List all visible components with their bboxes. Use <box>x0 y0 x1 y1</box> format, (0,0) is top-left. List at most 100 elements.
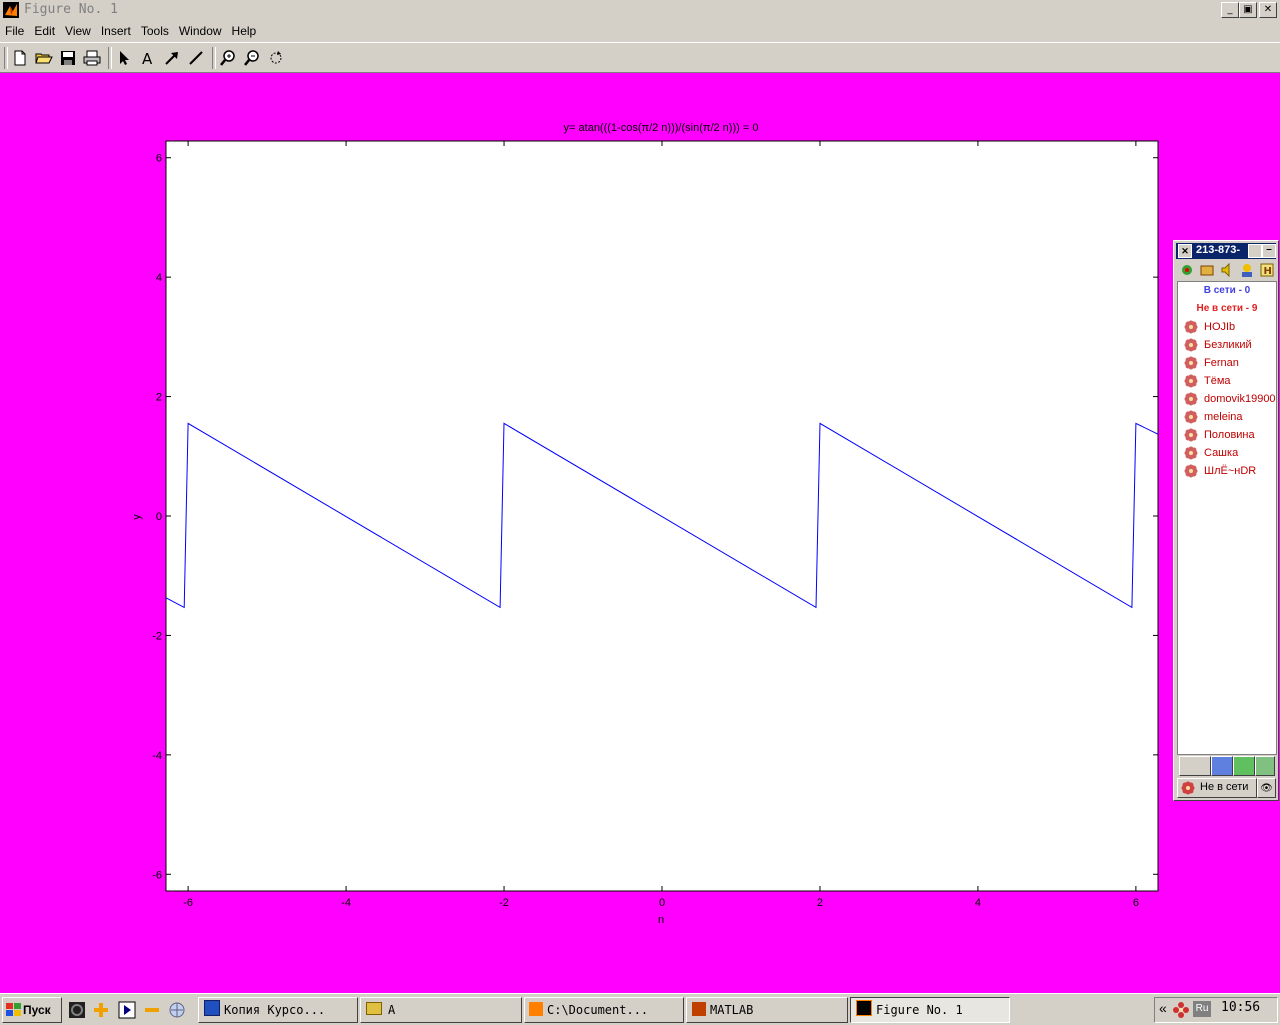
menu-edit[interactable]: Edit <box>29 21 60 38</box>
zoom-in-icon[interactable] <box>218 48 238 68</box>
contact-name: domovik199008 <box>1204 393 1277 405</box>
taskbar-item-label: MATLAB <box>710 1003 754 1017</box>
quick-launch <box>66 997 194 1021</box>
minimize-button[interactable]: _ <box>1221 2 1239 18</box>
svg-text:H: H <box>1264 266 1272 277</box>
taskbar-item-label: A <box>388 1003 396 1017</box>
icq-pin-icon[interactable] <box>1248 244 1262 258</box>
taskbar-item-command[interactable]: C:\Document... <box>524 997 684 1023</box>
close-button[interactable]: ✕ <box>1259 2 1277 18</box>
menu-file[interactable]: File <box>0 21 29 38</box>
figure-toolbar: A <box>0 42 1280 73</box>
contact-name: Сашка <box>1204 447 1239 459</box>
contact-item[interactable]: ШлЁ~нDR <box>1178 462 1276 480</box>
toolbar-separator <box>108 47 112 69</box>
icq-tray-icon[interactable] <box>1173 1002 1189 1018</box>
add-plus-icon[interactable] <box>92 1001 110 1019</box>
rotate-icon[interactable] <box>266 48 286 68</box>
open-folder-icon[interactable] <box>34 48 54 68</box>
insert-arrow-icon[interactable] <box>162 48 182 68</box>
y-tick-label: 6 <box>156 153 162 165</box>
minus-icon[interactable] <box>143 1001 161 1019</box>
contact-item[interactable]: Безликий <box>1178 336 1276 354</box>
offline-flower-icon <box>1184 392 1198 406</box>
y-tick-label: -2 <box>152 630 162 642</box>
offline-flower-icon <box>1184 374 1198 388</box>
maximize-button[interactable]: ▣ <box>1239 2 1257 18</box>
online-group-header[interactable]: В сети - 0 <box>1178 282 1276 300</box>
taskbar-item-label: Копия Курсо... <box>224 1003 326 1017</box>
icq-minimize-icon[interactable]: – <box>1262 244 1276 258</box>
contact-item[interactable]: Тёма <box>1178 372 1276 390</box>
contact-item[interactable]: Половина <box>1178 426 1276 444</box>
taskbar-item-folder[interactable]: A <box>360 997 522 1023</box>
media-player-icon[interactable] <box>68 1001 86 1019</box>
offline-group-header[interactable]: Не в сети - 9 <box>1178 300 1276 318</box>
icq-flower-icon[interactable] <box>1180 263 1194 277</box>
language-indicator[interactable]: Ru <box>1193 1001 1211 1017</box>
y-tick-label: 2 <box>156 392 162 404</box>
icq-eye-button[interactable]: 👁 <box>1257 778 1276 798</box>
offline-flower-icon <box>1184 320 1198 334</box>
pointer-arrow-icon[interactable] <box>114 48 134 68</box>
show-desktop-icon[interactable] <box>118 1001 136 1019</box>
toolbar-separator <box>212 47 216 69</box>
insert-text-icon[interactable]: A <box>138 48 158 68</box>
menu-window[interactable]: Window <box>174 21 227 38</box>
icq-titlebar[interactable]: ✕ 213-873- – <box>1176 243 1276 259</box>
contact-name: Fernan <box>1204 357 1239 369</box>
y-tick-label: -6 <box>152 869 162 881</box>
icq-sound-icon[interactable] <box>1220 263 1234 277</box>
x-tick-label: 6 <box>1133 897 1139 909</box>
icq-toolbar: H <box>1178 262 1274 279</box>
print-icon[interactable] <box>82 48 102 68</box>
menu-insert[interactable]: Insert <box>96 21 136 38</box>
contact-item[interactable]: Сашка <box>1178 444 1276 462</box>
folder-icon <box>366 1002 382 1015</box>
icq-download-button[interactable] <box>1233 756 1255 776</box>
zoom-out-icon[interactable] <box>242 48 262 68</box>
browser-globe-icon[interactable] <box>168 1001 186 1019</box>
tray-expand-button[interactable]: « <box>1159 1000 1167 1016</box>
contact-item[interactable]: Fernan <box>1178 354 1276 372</box>
icq-help-button[interactable] <box>1255 756 1275 776</box>
icq-main-menu-button[interactable] <box>1179 756 1211 776</box>
taskbar-item-label: Figure No. 1 <box>876 1003 963 1017</box>
contact-item[interactable]: meleina <box>1178 408 1276 426</box>
contact-name: meleina <box>1204 411 1243 423</box>
offline-flower-icon <box>1184 356 1198 370</box>
icq-users-icon[interactable] <box>1240 263 1254 277</box>
taskbar-item-matlab[interactable]: MATLAB <box>686 997 848 1023</box>
icq-close-icon[interactable]: ✕ <box>1178 244 1192 258</box>
taskbar-item-figure[interactable]: Figure No. 1 <box>850 997 1010 1023</box>
start-button[interactable]: Пуск <box>2 997 62 1023</box>
taskbar-item-word[interactable]: Копия Курсо... <box>198 997 358 1023</box>
insert-line-icon[interactable] <box>186 48 206 68</box>
contact-name: ШлЁ~нDR <box>1204 465 1257 477</box>
y-tick-label: -4 <box>152 750 162 762</box>
icq-help-icon[interactable]: H <box>1260 263 1274 277</box>
icq-status-button[interactable]: Не в сети <box>1177 778 1257 798</box>
menu-tools[interactable]: Tools <box>136 21 174 38</box>
menu-help[interactable]: Help <box>227 21 262 38</box>
contact-item[interactable]: HOJIb <box>1178 318 1276 336</box>
offline-flower-icon <box>1184 446 1198 460</box>
y-tick-label: 4 <box>156 272 162 284</box>
windows-taskbar: Пуск Копия Курсо... A C:\Document... MAT… <box>0 993 1280 1025</box>
figure-canvas: y= atan(((1-cos(π/2 n)))/(sin(π/2 n))) =… <box>131 122 1159 926</box>
offline-flower-icon <box>1184 464 1198 478</box>
menu-view[interactable]: View <box>60 21 96 38</box>
contact-item[interactable]: domovik199008 <box>1178 390 1276 408</box>
menu-bar: File Edit View Insert Tools Window Help <box>0 21 1280 42</box>
icq-contacts-icon[interactable] <box>1200 263 1214 277</box>
x-tick-label: -4 <box>341 897 351 909</box>
x-tick-label: 2 <box>817 897 823 909</box>
save-icon[interactable] <box>58 48 78 68</box>
icq-contact-window[interactable]: ✕ 213-873- – H В сети - 0 Не в сети - 9 … <box>1173 240 1279 801</box>
y-axis-label: y <box>131 514 143 520</box>
matlab-logo-icon <box>529 1002 543 1016</box>
new-file-icon[interactable] <box>10 48 30 68</box>
icq-find-users-button[interactable] <box>1211 756 1233 776</box>
window-titlebar[interactable]: Figure No. 1 _ ▣ ✕ <box>0 0 1280 22</box>
clock[interactable]: 10:56 <box>1221 1000 1260 1015</box>
